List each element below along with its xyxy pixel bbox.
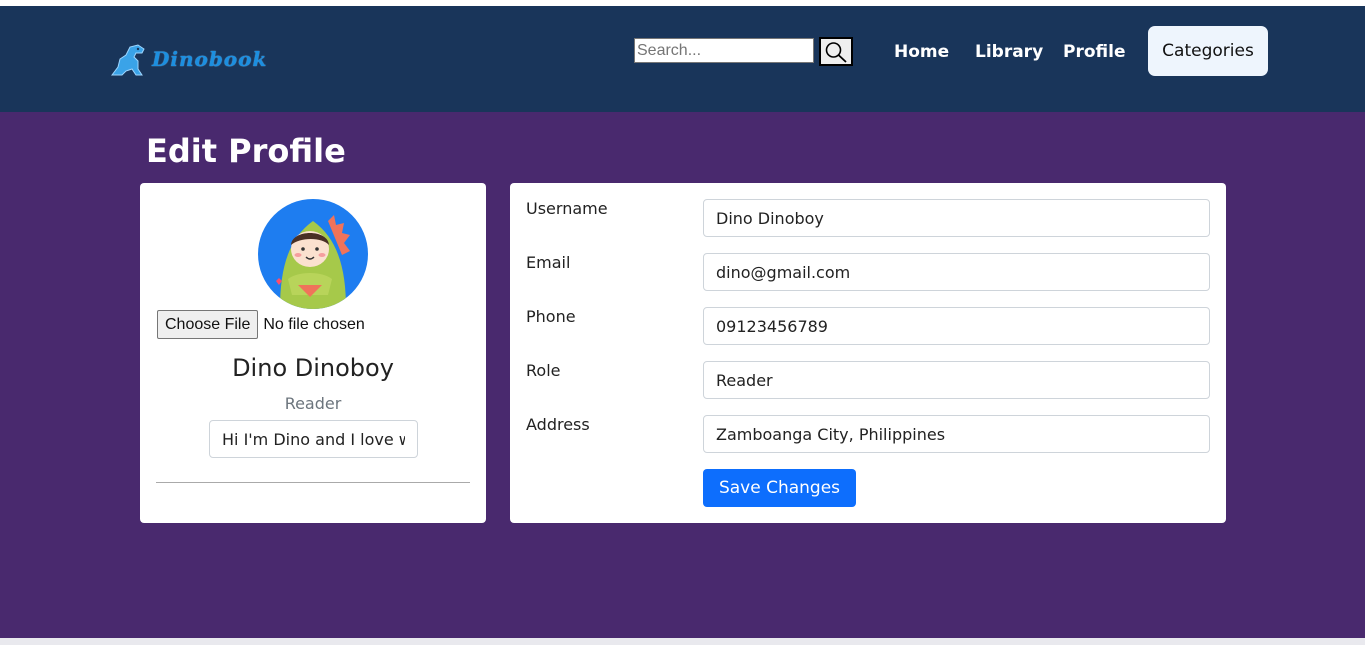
bottom-bar [0,638,1365,645]
profile-role: Reader [284,394,342,413]
phone-label: Phone [526,307,576,326]
divider [156,482,470,483]
email-label: Email [526,253,571,272]
profile-form: Username Email Phone Role Address Save C… [510,183,1226,523]
email-field[interactable] [703,253,1210,291]
brand-name: Dinobook [152,47,268,71]
username-label: Username [526,199,608,218]
nav-library-link[interactable]: Library [975,42,1043,62]
dinosaur-icon [111,44,145,76]
file-status: No file chosen [263,315,365,333]
file-upload: Choose File No file chosen [157,310,365,339]
role-field[interactable] [703,361,1210,399]
address-label: Address [526,415,590,434]
page-title: Edit Profile [146,132,346,170]
search-input[interactable] [634,38,814,63]
save-changes-button[interactable]: Save Changes [703,469,856,507]
role-label: Role [526,361,561,380]
main-content: Edit Profile Choose File No file chosen [0,112,1365,638]
username-field[interactable] [703,199,1210,237]
navbar: Dinobook Home Library Profile Categories [0,6,1365,112]
categories-button[interactable]: Categories [1148,26,1268,76]
profile-name: Dino Dinoboy [232,354,394,382]
search-icon [825,41,847,63]
nav-profile-link[interactable]: Profile [1063,42,1125,62]
avatar [258,199,368,309]
choose-file-button[interactable]: Choose File [157,310,259,339]
nav-home-link[interactable]: Home [894,42,949,62]
address-field[interactable] [703,415,1210,453]
phone-field[interactable] [703,307,1210,345]
profile-card: Choose File No file chosen Dino Dinoboy … [140,183,486,523]
bio-input[interactable] [209,420,418,458]
avatar-illustration [276,215,350,309]
search-button[interactable] [819,37,853,66]
brand-logo[interactable]: Dinobook [108,40,267,78]
